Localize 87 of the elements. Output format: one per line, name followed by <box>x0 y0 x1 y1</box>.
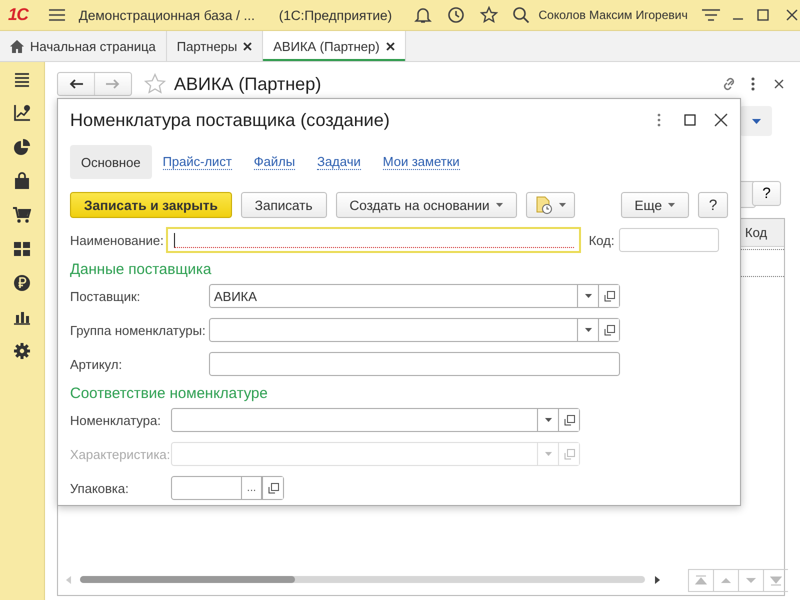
caret-icon <box>544 418 552 422</box>
tab[interactable]: Основное <box>70 145 152 179</box>
caret-icon <box>584 294 592 298</box>
caret-icon <box>668 203 675 207</box>
input-field[interactable] <box>171 408 580 432</box>
form-title: АВИКА (Партнер) <box>174 74 322 94</box>
field-label: Характеристика: <box>70 446 171 462</box>
dialog-title: Номенклатура поставщика (создание) <box>70 110 390 130</box>
save-close-button[interactable]: Записать и закрыть <box>70 192 232 218</box>
close-icon[interactable] <box>243 42 252 50</box>
filter-lines-icon[interactable] <box>700 7 721 23</box>
tab[interactable]: Файлы <box>242 145 306 179</box>
cart-icon[interactable] <box>13 206 31 224</box>
menu-button[interactable]: Создать на основании <box>336 192 517 218</box>
search-icon[interactable] <box>512 6 530 24</box>
section-title: Данные поставщика <box>70 261 212 278</box>
column-header: Код <box>741 219 784 247</box>
open-window-icon <box>604 324 614 336</box>
save-button[interactable]: Записать <box>240 192 326 218</box>
document-clock-icon <box>534 196 553 214</box>
star-icon[interactable] <box>144 73 166 95</box>
arrow-right-icon <box>106 79 120 89</box>
dropdown-button[interactable] <box>740 106 772 136</box>
report-button[interactable] <box>526 192 575 218</box>
help-button[interactable]: ? <box>698 192 728 218</box>
scrollbar[interactable] <box>80 576 645 583</box>
field-label: Код: <box>588 232 614 248</box>
grid-icon[interactable] <box>13 240 31 258</box>
more-icon[interactable] <box>750 76 756 92</box>
logo: 1С <box>8 5 30 25</box>
field-label: Артикул: <box>70 356 124 372</box>
name-field[interactable] <box>166 227 581 253</box>
caret-icon <box>752 118 760 124</box>
input-field[interactable]: ... <box>171 476 284 500</box>
star-icon[interactable] <box>480 6 498 24</box>
input-field[interactable] <box>209 318 620 342</box>
bag-icon[interactable] <box>13 172 31 190</box>
more-icon[interactable] <box>656 113 662 127</box>
open-button[interactable] <box>558 409 579 431</box>
code-field[interactable] <box>619 228 720 252</box>
scroll-right-icon[interactable] <box>655 576 660 584</box>
caret-icon <box>496 203 503 207</box>
open-window-icon <box>564 414 574 426</box>
field-label: Упаковка: <box>70 480 130 496</box>
open-window-icon <box>564 448 574 460</box>
field-label: Наименование: <box>70 232 164 248</box>
open-button[interactable] <box>262 477 283 499</box>
tab[interactable]: Задачи <box>306 145 372 179</box>
close-icon[interactable] <box>386 42 395 50</box>
settings-icon[interactable] <box>13 342 31 360</box>
open-button[interactable] <box>598 319 619 341</box>
input-field[interactable] <box>209 352 620 376</box>
tab[interactable]: Мои заметки <box>372 145 471 179</box>
maximize-icon[interactable] <box>755 7 772 23</box>
menu-icon[interactable] <box>13 72 31 88</box>
bell-icon[interactable] <box>414 6 432 24</box>
arrow-left-icon <box>69 79 83 89</box>
section-title: Соответствие номенклатуре <box>70 385 269 402</box>
help-button[interactable]: ? <box>752 181 781 206</box>
input-field[interactable]: АВИКА <box>209 284 620 308</box>
caret-icon <box>558 203 566 207</box>
sales-chart-icon[interactable] <box>13 104 31 122</box>
tab[interactable]: Прайс-лист <box>152 145 243 179</box>
ruble-icon[interactable] <box>13 274 31 292</box>
maximize-icon[interactable] <box>684 114 696 126</box>
field-label: Группа номенклатуры: <box>70 322 207 338</box>
open-window-icon <box>604 290 614 302</box>
menu-icon[interactable] <box>46 7 67 23</box>
open-window-icon <box>268 482 278 494</box>
close-icon[interactable] <box>784 7 800 23</box>
close-icon[interactable] <box>774 79 784 89</box>
tab[interactable]: Начальная страница <box>0 31 167 61</box>
field-label: Номенклатура: <box>70 412 162 428</box>
field-label: Поставщик: <box>70 288 142 304</box>
tab[interactable]: АВИКА (Партнер) <box>263 31 406 61</box>
close-icon[interactable] <box>714 113 728 127</box>
pie-chart-icon[interactable] <box>13 138 31 156</box>
app-name: (1С:Предприятие) <box>278 8 392 22</box>
user-name[interactable]: Соколов Максим Игоревич <box>538 8 688 22</box>
window-title: Демонстрационная база / ... <box>78 8 255 22</box>
menu-button[interactable]: Еще <box>620 192 689 218</box>
select-button[interactable]: ... <box>241 477 262 499</box>
open-button[interactable] <box>598 285 619 307</box>
home-icon <box>10 40 24 52</box>
history-icon[interactable] <box>446 6 465 24</box>
caret-icon <box>584 328 592 332</box>
caret-icon <box>544 452 552 456</box>
